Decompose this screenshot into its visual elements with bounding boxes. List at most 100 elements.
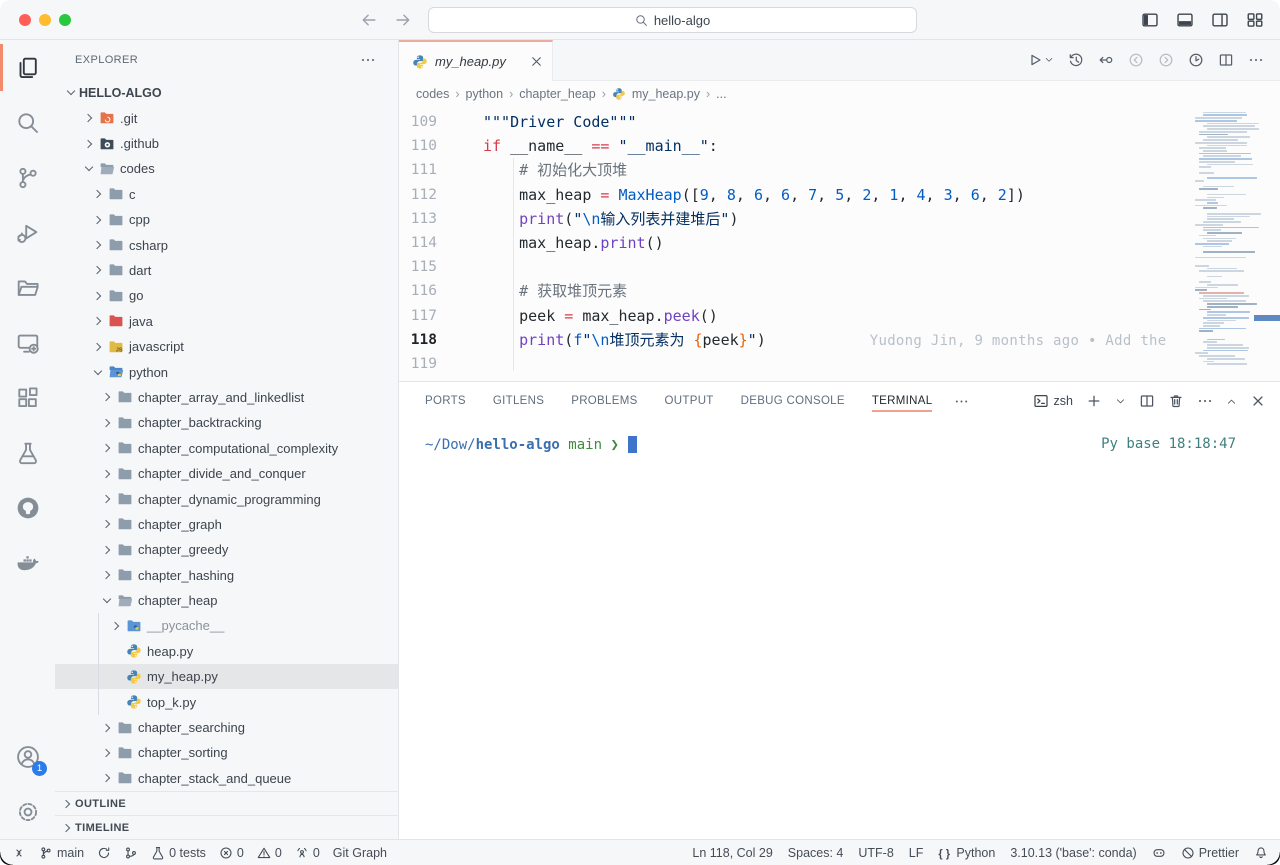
git-graph-label[interactable]: Git Graph [333,846,387,860]
tree-folder-chapter-greedy[interactable]: chapter_greedy [55,537,398,562]
command-center-search[interactable]: hello-algo [428,7,917,33]
remote-indicator[interactable] [12,846,26,860]
indentation-status[interactable]: Spaces: 4 [788,846,844,860]
tree-folder-chapter-backtracking[interactable]: chapter_backtracking [55,410,398,435]
panel-tab-problems[interactable]: PROBLEMS [571,384,637,418]
line-number[interactable]: 118 [399,328,437,352]
activity-item-folder-explorer[interactable] [0,260,55,315]
activity-item-source-control[interactable] [0,150,55,205]
code-line-117[interactable]: 117 peek = max_heap.peek() [399,304,1280,328]
line-number[interactable]: 116 [399,279,437,303]
code-line-111[interactable]: 111 # 初始化大顶堆 [399,158,1280,182]
tree-folder-java[interactable]: java [55,309,398,334]
breadcrumb-item[interactable]: my_heap.py [632,87,700,101]
next-change-icon[interactable] [1158,52,1174,68]
tree-folder-go[interactable]: go [55,283,398,308]
line-number[interactable]: 109 [399,110,437,134]
line-number[interactable]: 113 [399,207,437,231]
sync-status[interactable] [97,846,111,860]
tree-folder-chapter-sorting[interactable]: chapter_sorting [55,740,398,765]
more-panel-actions-icon[interactable] [1197,393,1213,409]
tree-folder-chapter-hashing[interactable]: chapter_hashing [55,562,398,587]
customize-layout-icon[interactable] [1246,11,1264,29]
toggle-sidebar-icon[interactable] [1141,11,1159,29]
line-number[interactable]: 117 [399,304,437,328]
git-graph-status[interactable] [124,846,138,860]
split-terminal-icon[interactable] [1139,393,1155,409]
tree-folder-dart[interactable]: dart [55,258,398,283]
run-dropdown-icon[interactable] [1044,55,1054,65]
code-line-112[interactable]: 112 max_heap = MaxHeap([9, 8, 6, 6, 7, 5… [399,183,1280,207]
code-line-109[interactable]: 109"""Driver Code""" [399,110,1280,134]
kill-terminal-icon[interactable] [1168,393,1184,409]
python-interpreter-status[interactable]: 3.10.13 ('base': conda) [1010,846,1136,860]
code-line-113[interactable]: 113 print("\n输入列表并建堆后") [399,207,1280,231]
feedback-status[interactable]: 0 [295,846,320,860]
tree-file-my-heap-py[interactable]: my_heap.py [55,664,398,689]
language-status[interactable]: { }Python [938,846,995,860]
maximize-panel-icon[interactable] [1226,396,1237,407]
activity-item-docker[interactable] [0,535,55,590]
cursor-position-status[interactable]: Ln 118, Col 29 [692,846,772,860]
panel-tab-terminal[interactable]: TERMINAL [872,384,933,418]
tree-folder-chapter-array-and-linkedlist[interactable]: chapter_array_and_linkedlist [55,385,398,410]
panel-tabs-overflow-icon[interactable] [954,394,969,409]
open-changes-icon[interactable] [1098,52,1114,68]
run-python-file-button[interactable] [1027,52,1054,68]
breadcrumb-symbol-tail[interactable]: ... [716,87,726,101]
close-window-button[interactable] [19,14,31,26]
tree-folder-hello-algo[interactable]: HELLO-ALGO [55,80,398,105]
history-back-icon[interactable] [360,11,378,29]
activity-item-remote-explorer[interactable] [0,315,55,370]
more-editor-actions-icon[interactable] [1248,52,1264,68]
terminal-area[interactable]: ~/Dow/hello-algo main ❯ Py base 18:18:47 [399,420,1280,839]
code-editor[interactable]: 109"""Driver Code"""110if __name__ == "_… [399,107,1280,381]
panel-tab-output[interactable]: OUTPUT [665,384,714,418]
activity-item-testing[interactable] [0,425,55,480]
activity-item-github[interactable] [0,480,55,535]
close-panel-icon[interactable] [1250,393,1266,409]
code-line-119[interactable]: 119 [399,352,1280,376]
explorer-more-actions-icon[interactable] [360,52,376,68]
minimap[interactable] [1195,109,1262,373]
history-forward-icon[interactable] [394,11,412,29]
code-line-116[interactable]: 116 # 获取堆顶元素 [399,279,1280,303]
panel-tab-ports[interactable]: PORTS [425,384,466,418]
branch-status[interactable]: main [39,846,84,860]
code-line-115[interactable]: 115 [399,255,1280,279]
tree-folder--pycache-[interactable]: __pycache__ [55,613,398,638]
copilot-status[interactable] [1152,846,1166,860]
tree-file-top-k-py[interactable]: top_k.py [55,689,398,714]
timeline-history-icon[interactable] [1068,52,1084,68]
previous-change-icon[interactable] [1128,52,1144,68]
tree-folder-chapter-dynamic-programming[interactable]: chapter_dynamic_programming [55,486,398,511]
toggle-secondary-sidebar-icon[interactable] [1211,11,1229,29]
timeline-section[interactable]: TIMELINE [55,815,398,839]
activity-item-search[interactable] [0,95,55,150]
run-or-debug-icon[interactable] [1188,52,1204,68]
breadcrumb-item[interactable]: chapter_heap [519,87,595,101]
breadcrumb-item[interactable]: python [466,87,504,101]
tree-folder-chapter-heap[interactable]: chapter_heap [55,588,398,613]
tree-folder-chapter-graph[interactable]: chapter_graph [55,512,398,537]
split-editor-icon[interactable] [1218,52,1234,68]
tree-folder-c[interactable]: c [55,182,398,207]
code-line-110[interactable]: 110if __name__ == "__main__": [399,134,1280,158]
tree-folder-cpp[interactable]: cpp [55,207,398,232]
tree-folder-csharp[interactable]: csharp [55,232,398,257]
tree-file-heap-py[interactable]: heap.py [55,639,398,664]
activity-item-accounts[interactable]: 1 [0,729,55,784]
problems-errors[interactable]: 0 [219,846,244,860]
problems-warnings[interactable]: 0 [257,846,282,860]
activity-item-extensions[interactable] [0,370,55,425]
eol-status[interactable]: LF [909,846,924,860]
prettier-status[interactable]: Prettier [1181,846,1239,860]
line-number[interactable]: 112 [399,183,437,207]
terminal-shell-selector[interactable]: zsh [1033,393,1073,409]
line-number[interactable]: 111 [399,158,437,182]
tree-folder--git[interactable]: .git [55,105,398,130]
notifications-bell[interactable] [1254,846,1268,860]
zoom-window-button[interactable] [59,14,71,26]
outline-section[interactable]: OUTLINE [55,791,398,815]
terminal-dropdown-icon[interactable] [1115,396,1126,407]
